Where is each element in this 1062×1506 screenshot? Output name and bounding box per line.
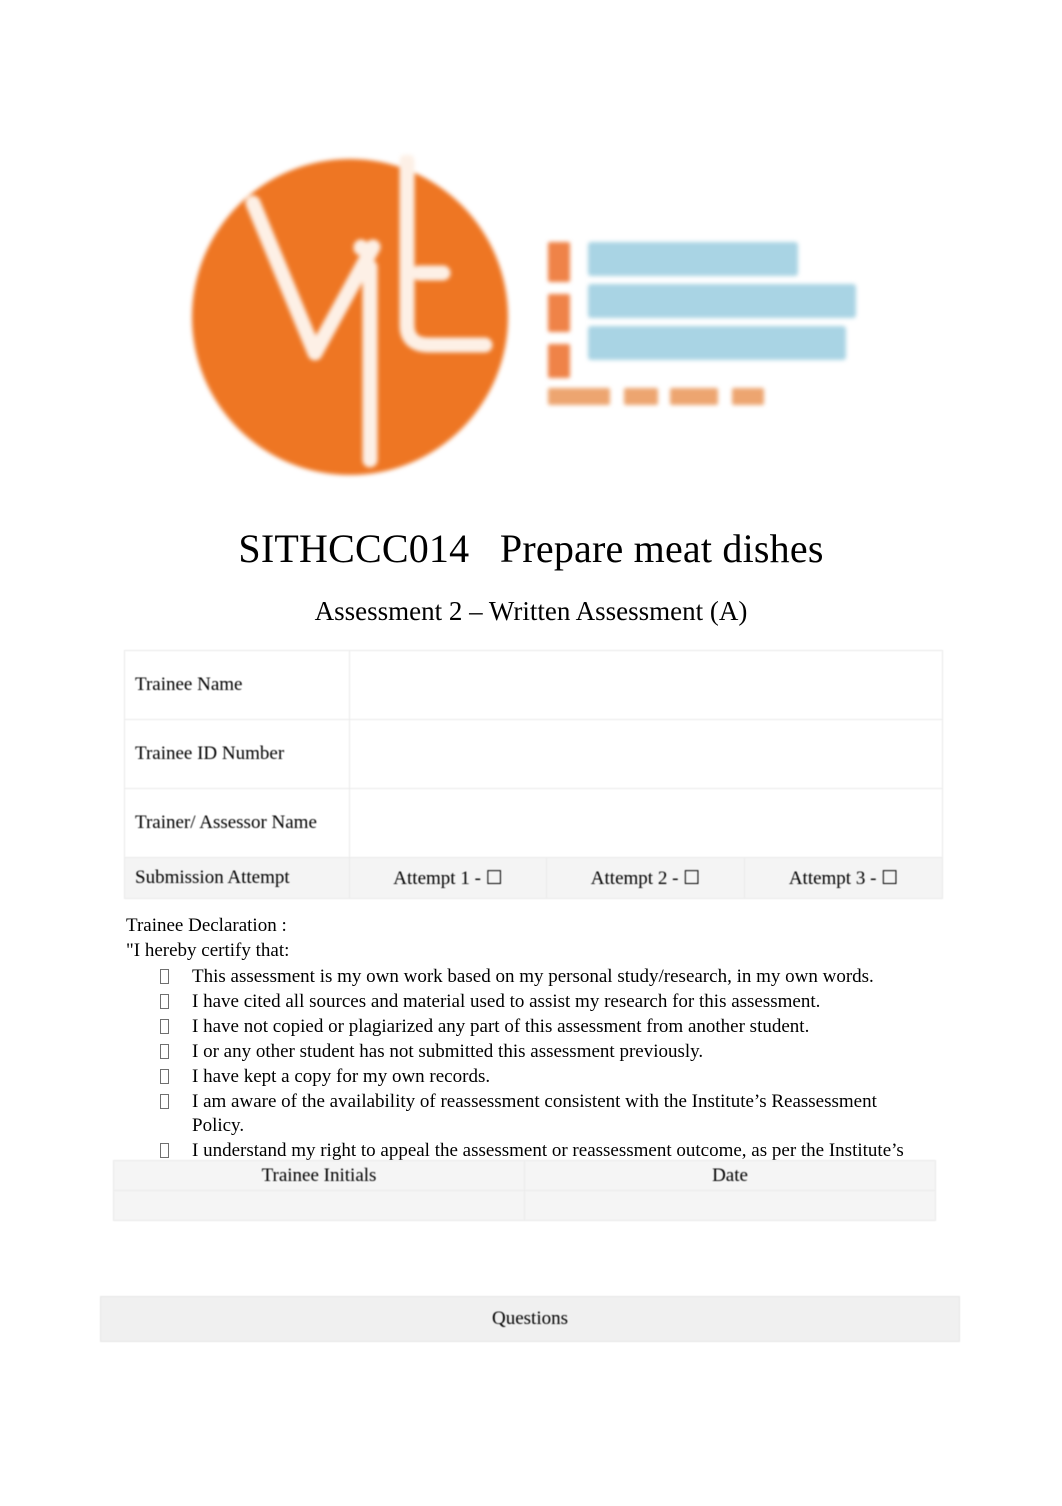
list-item-text: I am aware of the availability of reasse… (192, 1091, 877, 1136)
trainee-declaration: Trainee Declaration : "I hereby certify … (126, 914, 926, 1188)
submission-attempt-label: Submission Attempt (124, 857, 350, 899)
trainee-name-label: Trainee Name (124, 650, 350, 720)
list-item: This assessment is my own work based on … (126, 965, 926, 989)
list-item-text: I have not copied or plagiarized any par… (192, 1016, 810, 1037)
bullet-box-icon (160, 994, 169, 1009)
list-item-text: I or any other student has not submitted… (192, 1041, 704, 1062)
table-row (113, 1190, 936, 1221)
table-row: Trainee Name (124, 650, 944, 720)
trainee-initials-field[interactable] (113, 1190, 525, 1221)
trainee-details-table: Trainee Name Trainee ID Number Trainer/ … (124, 650, 944, 899)
attempt-2-checkbox-icon[interactable]: ☐ (683, 868, 700, 889)
table-row: Trainee Initials Date (113, 1160, 936, 1191)
page-subtitle: Assessment 2 – Written Assessment (A) (314, 596, 748, 626)
table-row: Trainee ID Number (124, 719, 944, 789)
trainee-id-label: Trainee ID Number (124, 719, 350, 789)
attempt-3-label: Attempt 3 - (788, 867, 882, 889)
table-row: Trainer/ Assessor Name (124, 788, 944, 858)
attempt-1-label: Attempt 1 - (393, 867, 486, 889)
bullet-box-icon (160, 969, 169, 984)
page-title: SITHCCC014 Prepare meat dishes (238, 526, 824, 571)
vit-wordmark (540, 240, 860, 420)
vit-logo-mark (192, 155, 508, 475)
attempt-3-cell[interactable]: Attempt 3 - ☐ (743, 857, 944, 899)
trainee-initials-header: Trainee Initials (113, 1160, 525, 1191)
bullet-box-icon (160, 1019, 169, 1034)
bullet-box-icon (160, 1143, 169, 1158)
assessor-name-field[interactable] (348, 788, 944, 858)
declaration-heading: Trainee Declaration : (126, 915, 287, 936)
list-item: I have cited all sources and material us… (126, 990, 926, 1014)
attempt-2-cell[interactable]: Attempt 2 - ☐ (546, 857, 745, 899)
document-page: SITHCCC014 Prepare meat dishes Assessmen… (0, 0, 1062, 1506)
date-header: Date (524, 1160, 936, 1191)
date-field[interactable] (524, 1190, 936, 1221)
declaration-list: This assessment is my own work based on … (126, 965, 926, 1187)
list-item-text: I have kept a copy for my own records. (192, 1066, 491, 1087)
bullet-box-icon (160, 1044, 169, 1059)
attempt-3-checkbox-icon[interactable]: ☐ (881, 868, 898, 889)
attempt-2-label: Attempt 2 - (590, 867, 684, 889)
vit-logo (185, 155, 865, 490)
questions-label: Questions (100, 1296, 960, 1342)
list-item: I am aware of the availability of reasse… (126, 1090, 926, 1138)
bullet-box-icon (160, 1069, 169, 1084)
list-item: I or any other student has not submitted… (126, 1040, 926, 1064)
attempt-1-checkbox-icon[interactable]: ☐ (486, 868, 503, 889)
assessor-name-label: Trainer/ Assessor Name (124, 788, 350, 858)
bullet-box-icon (160, 1094, 169, 1109)
initials-date-table: Trainee Initials Date (113, 1160, 936, 1221)
list-item: I have kept a copy for my own records. (126, 1065, 926, 1089)
table-row: Submission Attempt Attempt 1 - ☐ Attempt… (124, 857, 944, 899)
list-item-text: I have cited all sources and material us… (192, 991, 821, 1012)
table-row: Questions (100, 1296, 960, 1342)
trainee-id-field[interactable] (348, 719, 944, 789)
attempt-1-cell[interactable]: Attempt 1 - ☐ (349, 857, 547, 899)
list-item-text: This assessment is my own work based on … (192, 966, 874, 987)
list-item: I have not copied or plagiarized any par… (126, 1015, 926, 1039)
questions-banner: Questions (100, 1296, 960, 1342)
trainee-name-field[interactable] (348, 650, 944, 720)
declaration-intro: "I hereby certify that: (126, 940, 290, 961)
